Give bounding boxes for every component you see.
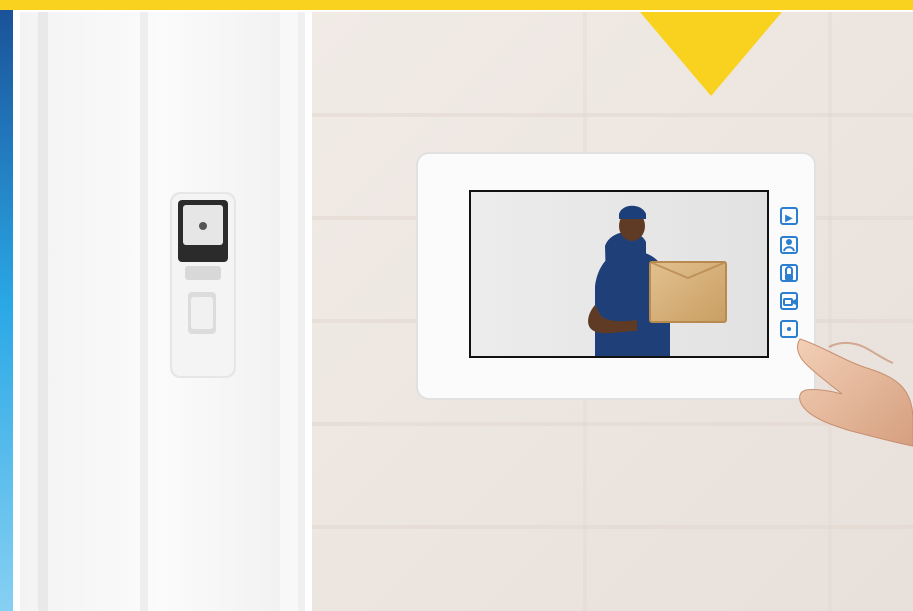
door-frame	[20, 12, 305, 611]
indoor-monitor-image: ▶	[416, 152, 816, 400]
scene-image: ▶	[0, 0, 913, 611]
outdoor-station-image	[170, 192, 236, 378]
svg-text:▶: ▶	[785, 213, 793, 224]
left-blue-edge	[0, 0, 13, 611]
top-yellow-banner	[0, 0, 913, 10]
